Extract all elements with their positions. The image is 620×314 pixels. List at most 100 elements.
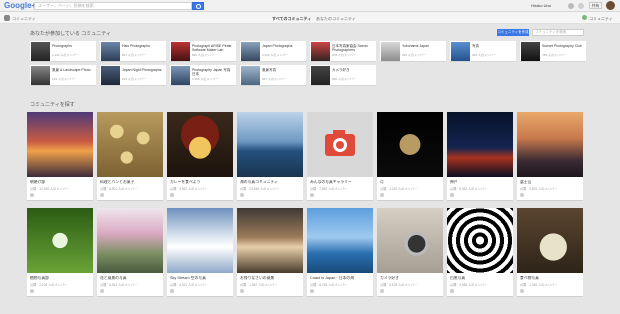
community-card[interactable]: 食べ物写真 公開 · 2,345 人のメンバー xyxy=(517,208,583,297)
community-thumbnail xyxy=(311,66,330,85)
card-title: 月 xyxy=(380,180,384,184)
card-meta: 公開 · 8,901 人のメンバー xyxy=(100,187,138,191)
community-tile[interactable]: Yokohama Japan 345 人のメンバー xyxy=(380,41,446,62)
search-button[interactable] xyxy=(192,2,204,10)
apps-icon[interactable] xyxy=(568,3,574,9)
tab-all-communities[interactable]: すべてのコミュニティ xyxy=(272,16,311,22)
community-tile[interactable]: Photographs 1,234 人のメンバー xyxy=(30,41,96,62)
card-meta: 公開 · 5,678 人のメンバー xyxy=(380,283,418,287)
card-title: 白黒写真 xyxy=(450,276,466,280)
globe-icon xyxy=(520,193,524,197)
community-card[interactable]: 花と風景の写真 公開 · 6,543 人のメンバー xyxy=(97,208,163,297)
community-tile[interactable]: Japan Night Photographs 234 人のメンバー xyxy=(100,65,166,86)
community-card[interactable]: 白黒写真公開 · 3,456 人のメンバー xyxy=(447,208,513,297)
community-tile[interactable]: カメラ好き 890 人のメンバー xyxy=(310,65,376,86)
globe-icon xyxy=(450,289,454,293)
community-name: Photograph ARISE Pirate Software Maker L… xyxy=(192,44,232,52)
community-thumbnail xyxy=(31,66,50,85)
card-title: 海の写真コミュニティ xyxy=(240,180,278,184)
globe-icon xyxy=(240,193,244,197)
community-cover-image xyxy=(167,208,233,273)
community-card[interactable]: カメラ好き 公開 · 5,678 人のメンバー xyxy=(377,208,443,297)
community-tile[interactable]: Japan Photographs 2,345 人のメンバー xyxy=(240,41,306,62)
section-label[interactable]: コミュニティ xyxy=(12,16,36,22)
my-communities-title: あなたが参加している コミュニティ xyxy=(30,31,111,37)
community-tile[interactable]: Halo Photographs 567 人のメンバー xyxy=(100,41,166,62)
community-meta: 3,456 人のメンバー xyxy=(192,77,219,81)
community-meta: 123 人のメンバー xyxy=(52,77,76,81)
community-tile[interactable]: 風景 & Landscape Photo 123 人のメンバー xyxy=(30,65,96,86)
card-meta: 公開 · 3,456 人のメンバー xyxy=(450,283,488,287)
community-card[interactable]: 富士山 公開 · 9,876 人のメンバー xyxy=(517,112,583,201)
create-community-button[interactable]: コミュニティを作成 xyxy=(497,29,529,36)
globe-icon xyxy=(100,193,104,197)
community-thumbnail xyxy=(311,42,330,61)
tab-your-communities[interactable]: あなたのコミュニティ xyxy=(316,16,356,22)
community-cover-image xyxy=(97,112,163,177)
camera-icon xyxy=(325,130,355,156)
community-tile[interactable]: Photograph ARISE Pirate Software Maker L… xyxy=(170,41,236,62)
google-plus-logo[interactable]: Google+ xyxy=(4,1,36,10)
globe-icon xyxy=(380,193,384,197)
notifications-icon[interactable] xyxy=(578,3,584,9)
community-tile[interactable]: 日本写真家協会 Scenic Photographers 678 人のメンバー xyxy=(310,41,376,62)
card-title: 富士山 xyxy=(520,180,532,184)
community-tile[interactable]: Sunset Photography Club 789 人のメンバー xyxy=(520,41,586,62)
community-name: Japan Night Photographs xyxy=(122,68,162,72)
community-cover-image xyxy=(27,208,93,273)
share-button[interactable]: 共有 xyxy=(589,2,602,9)
globe-icon xyxy=(100,289,104,293)
community-cover-image xyxy=(517,112,583,177)
avatar[interactable] xyxy=(606,1,615,10)
community-card[interactable]: Coast in Japan · 日本の海 公開 · 8,765 人のメンバー xyxy=(307,208,373,297)
community-card[interactable]: 神戸公開 · 5,432 人のメンバー xyxy=(447,112,513,201)
community-cover-image xyxy=(307,208,373,273)
card-meta: 公開 · 5,432 人のメンバー xyxy=(450,187,488,191)
community-meta: 567 人のメンバー xyxy=(122,53,146,57)
user-name[interactable]: Hiroko Uno xyxy=(531,3,551,8)
community-name: 日本写真家協会 Scenic Photographers xyxy=(332,44,368,52)
card-title: 神戸 xyxy=(450,180,458,184)
right-label[interactable]: コミュニティ xyxy=(589,16,613,22)
card-meta: 公開 · 23,456 人のメンバー xyxy=(240,187,279,191)
community-tile[interactable]: 写真 456 人のメンバー xyxy=(450,41,516,62)
community-tile[interactable]: Photography Japan 写真 日本 3,456 人のメンバー xyxy=(170,65,236,86)
community-card[interactable]: 朝焼け部 公開 · 12,345 人のメンバー xyxy=(27,112,93,201)
community-meta: 2,345 人のメンバー xyxy=(262,53,289,57)
community-thumbnail xyxy=(101,66,120,85)
community-card[interactable]: Sky Stream 空の写真 公開 · 4,321 人のメンバー xyxy=(167,208,233,297)
community-card[interactable]: 月公開 · 3,210 人のメンバー xyxy=(377,112,443,201)
community-name: Yokohama Japan xyxy=(402,44,429,48)
community-name: Sunset Photography Club xyxy=(542,44,582,48)
explore-title: コミュニティを探す xyxy=(30,102,75,108)
card-title: Sky Stream 空の写真 xyxy=(170,276,206,280)
community-cover-image xyxy=(237,208,303,273)
card-title: お帰りなさいの風景 xyxy=(240,276,275,280)
community-cover-image xyxy=(517,208,583,273)
community-thumbnail xyxy=(521,42,540,61)
community-name: 写真 xyxy=(472,44,479,48)
card-title: 料理とパンとお菓子 xyxy=(100,180,135,184)
community-meta: 567 人のメンバー xyxy=(262,77,286,81)
card-title: 植物写真部 xyxy=(30,276,49,280)
community-card[interactable]: お帰りなさいの風景 公開 · 1,987 人のメンバー xyxy=(237,208,303,297)
community-tile[interactable]: 風景写真 567 人のメンバー xyxy=(240,65,306,86)
card-meta: 公開 · 4,567 人のメンバー xyxy=(170,187,208,191)
community-cover-image xyxy=(307,112,373,177)
card-meta: 公開 · 6,543 人のメンバー xyxy=(100,283,138,287)
community-card[interactable]: 料理とパンとお菓子 公開 · 8,901 人のメンバー xyxy=(97,112,163,201)
community-search-input[interactable]: コミュニティを検索 xyxy=(532,29,584,36)
communities-icon[interactable] xyxy=(4,15,10,21)
globe-icon xyxy=(310,289,314,293)
community-card[interactable]: カレーを食べよう 公開 · 4,567 人のメンバー xyxy=(167,112,233,201)
community-card[interactable]: 植物写真部 公開 · 2,109 人のメンバー xyxy=(27,208,93,297)
sub-navigation: コミュニティ すべてのコミュニティ あなたのコミュニティ コミュニティ xyxy=(0,12,620,24)
search-input[interactable]: ユーザー、ページ、投稿を検索 xyxy=(34,2,192,10)
globe-icon xyxy=(310,193,314,197)
card-meta: 公開 · 1,987 人のメンバー xyxy=(240,283,278,287)
community-meta: 456 人のメンバー xyxy=(472,53,496,57)
community-meta: 678 人のメンバー xyxy=(332,53,356,57)
community-card[interactable]: 海の写真コミュニティ 公開 · 23,456 人のメンバー xyxy=(237,112,303,201)
community-meta: 789 人のメンバー xyxy=(542,53,566,57)
community-card[interactable]: みんなの写真ギャラリー 公開 · 7,890 人のメンバー xyxy=(307,112,373,201)
